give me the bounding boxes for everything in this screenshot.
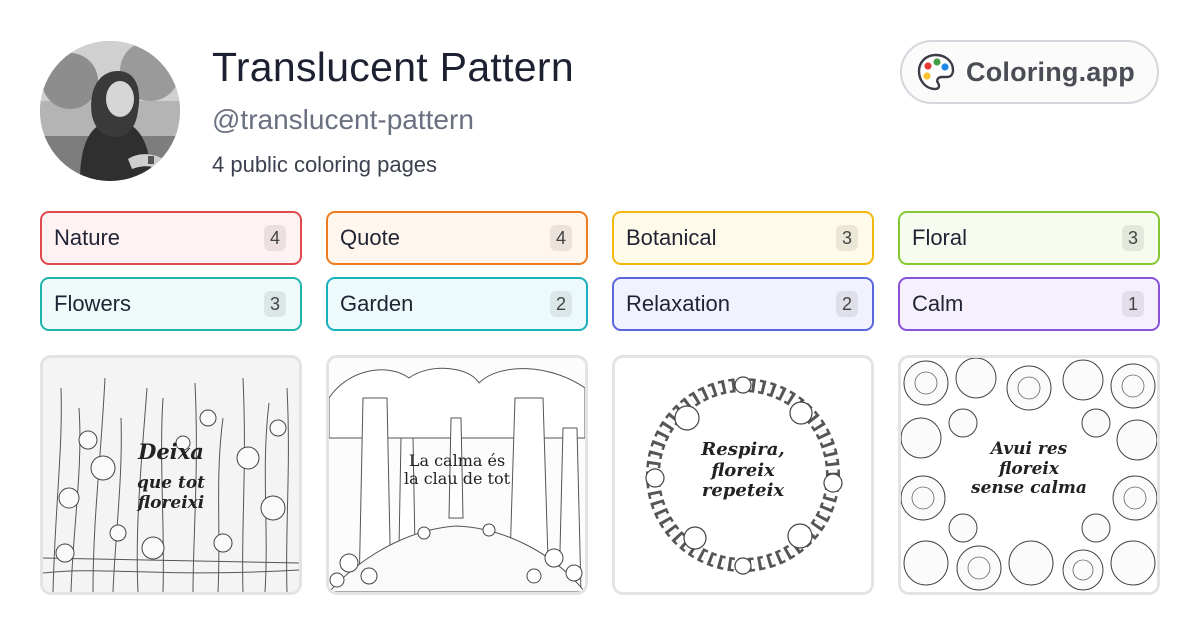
- coloring-page-card[interactable]: Respira, floreix repeteix: [612, 355, 874, 595]
- tag-count: 4: [550, 225, 572, 251]
- tag-garden[interactable]: Garden 2: [326, 277, 588, 331]
- tag-calm[interactable]: Calm 1: [898, 277, 1160, 331]
- page-count: 4 public coloring pages: [212, 152, 438, 177]
- coloring-page-card[interactable]: La calma és la clau de tot: [326, 355, 588, 595]
- brand-link[interactable]: Coloring.app: [900, 40, 1159, 104]
- tag-relaxation[interactable]: Relaxation 2: [612, 277, 874, 331]
- tag-nature[interactable]: Nature 4: [40, 211, 302, 265]
- profile-handle[interactable]: @translucent-pattern: [212, 104, 474, 136]
- tag-count: 3: [836, 225, 858, 251]
- tag-label: Calm: [912, 291, 964, 316]
- tag-label: Flowers: [54, 291, 132, 316]
- avatar[interactable]: [40, 41, 180, 181]
- coloring-page-card[interactable]: Deixa que tot floreixi: [40, 355, 302, 595]
- card-quote: Avui res floreix sense calma: [971, 439, 1087, 499]
- profile-name: Translucent Pattern: [212, 44, 574, 90]
- card-quote: Respira, floreix repeteix: [701, 439, 785, 502]
- tag-count: 1: [1122, 291, 1144, 317]
- tag-label: Botanical: [626, 225, 717, 250]
- tag-count: 4: [264, 225, 286, 251]
- tag-quote[interactable]: Quote 4: [326, 211, 588, 265]
- tag-count: 2: [550, 291, 572, 317]
- tag-label: Garden: [340, 291, 414, 316]
- tag-label: Quote: [340, 225, 400, 250]
- tag-count: 3: [264, 291, 286, 317]
- coloring-page-card[interactable]: Avui res floreix sense calma: [898, 355, 1160, 595]
- tag-flowers[interactable]: Flowers 3: [40, 277, 302, 331]
- palette-icon: [917, 53, 955, 91]
- tag-botanical[interactable]: Botanical 3: [612, 211, 874, 265]
- tag-label: Relaxation: [626, 291, 730, 316]
- card-quote: La calma és la clau de tot: [403, 451, 511, 489]
- tag-floral[interactable]: Floral 3: [898, 211, 1160, 265]
- card-quote: Deixa que tot floreixi: [136, 439, 206, 513]
- tag-label: Nature: [54, 225, 121, 250]
- tag-label: Floral: [912, 225, 968, 250]
- brand-label: Coloring.app: [966, 56, 1135, 87]
- tag-count: 3: [1122, 225, 1144, 251]
- tag-count: 2: [836, 291, 858, 317]
- avatar-photo: [40, 41, 180, 181]
